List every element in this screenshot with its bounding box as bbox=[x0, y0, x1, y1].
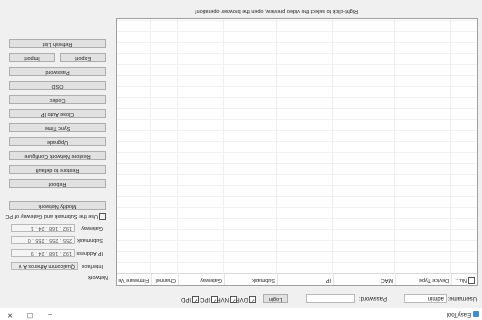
submask-label: Subnmask bbox=[77, 237, 103, 243]
table-grid-row-line bbox=[117, 53, 477, 54]
checkbox-icon bbox=[230, 296, 237, 303]
app-window: EasyTool – ☐ ✕ Username: admin Password:… bbox=[0, 0, 482, 320]
table-grid-row-line bbox=[117, 130, 477, 131]
column-header-device-type[interactable]: Device Type bbox=[395, 274, 451, 285]
table-grid-column-line bbox=[332, 19, 333, 274]
codec-button[interactable]: Codec bbox=[9, 95, 106, 104]
password-label: Password: bbox=[358, 295, 387, 301]
table-hint-text: Right-click to select the video preview,… bbox=[195, 8, 358, 14]
device-table[interactable]: Nu... Device Type MAC IP Submask Gateway… bbox=[116, 18, 478, 286]
side-panel: Network Interface Qualcomm Atheros A ∨ I… bbox=[4, 2, 110, 286]
select-all-checkbox[interactable] bbox=[468, 276, 475, 284]
username-label: Username: bbox=[447, 295, 477, 301]
restore-network-button[interactable]: Restore Network Configure bbox=[9, 151, 106, 160]
ip-address-label: IP Address bbox=[76, 250, 104, 256]
window-title: EasyTool bbox=[446, 311, 471, 317]
password-field[interactable] bbox=[306, 294, 355, 303]
username-field[interactable]: admin bbox=[404, 294, 447, 303]
modify-network-button[interactable]: Modify Network bbox=[9, 201, 106, 210]
column-header-submask[interactable]: Submask bbox=[224, 274, 277, 285]
table-grid-row-line bbox=[117, 196, 477, 197]
upgrade-button[interactable]: Upgrade bbox=[9, 137, 106, 146]
gateway-label: Gateway bbox=[81, 225, 103, 231]
import-button[interactable]: Import bbox=[9, 53, 55, 62]
column-header-channel[interactable]: Channel bbox=[151, 274, 178, 285]
app-icon bbox=[473, 311, 479, 317]
title-bar: EasyTool – ☐ ✕ bbox=[0, 308, 482, 320]
login-button[interactable]: Login bbox=[263, 294, 288, 303]
table-grid-row-line bbox=[117, 240, 477, 241]
table-grid-column-line bbox=[394, 19, 395, 274]
close-auto-ip-button[interactable]: Close Auto IP bbox=[9, 109, 106, 118]
interface-select[interactable]: Qualcomm Atheros A ∨ bbox=[11, 262, 78, 270]
submask-field[interactable]: 255 . 255 . 255 . 0 bbox=[11, 236, 75, 244]
sync-time-button[interactable]: Sync Time bbox=[9, 123, 106, 132]
table-grid-column-line bbox=[223, 19, 224, 274]
table-header: Nu... Device Type MAC IP Submask Gateway… bbox=[117, 273, 477, 285]
table-grid-row-line bbox=[117, 251, 477, 252]
table-grid-row-line bbox=[117, 97, 477, 98]
table-grid-row-line bbox=[117, 141, 477, 142]
filter-checkbox-dvr[interactable]: DVR bbox=[235, 295, 256, 303]
checkbox-icon bbox=[211, 296, 218, 303]
filter-checkbox-nvr[interactable]: NVR bbox=[216, 295, 237, 303]
table-grid-row-line bbox=[117, 262, 477, 263]
checkbox-icon bbox=[249, 296, 256, 303]
close-icon[interactable]: ✕ bbox=[0, 308, 20, 320]
interface-label: Interface bbox=[81, 263, 103, 269]
table-grid-row-line bbox=[117, 218, 477, 219]
table-grid-column-line bbox=[450, 19, 451, 274]
column-header-gateway[interactable]: Gateway bbox=[178, 274, 224, 285]
use-pc-submask-checkbox[interactable]: Use the Submask and Gateway of PC bbox=[5, 213, 106, 220]
table-grid-row-line bbox=[117, 42, 477, 43]
table-grid-row-line bbox=[117, 185, 477, 186]
filter-checkbox-ipc[interactable]: IPC bbox=[200, 295, 218, 303]
table-grid-row-line bbox=[117, 174, 477, 175]
password-button[interactable]: Password bbox=[9, 67, 106, 76]
table-grid-column-line bbox=[276, 19, 277, 274]
table-grid-row-line bbox=[117, 152, 477, 153]
table-grid-row-line bbox=[117, 31, 477, 32]
table-grid-row-line bbox=[117, 75, 477, 76]
table-grid-row-line bbox=[117, 163, 477, 164]
osd-button[interactable]: OSD bbox=[9, 81, 106, 90]
table-grid-row-line bbox=[117, 207, 477, 208]
table-grid-row-line bbox=[117, 64, 477, 65]
gateway-field[interactable]: 192 . 168 . 24 . 1 bbox=[11, 224, 75, 232]
filter-checkbox-ipd[interactable]: IPD bbox=[181, 295, 199, 303]
column-header-number[interactable]: Nu... bbox=[451, 274, 477, 285]
reboot-button[interactable]: Reboot bbox=[9, 179, 106, 188]
table-grid-column-line bbox=[150, 19, 151, 274]
table-grid-row-line bbox=[117, 20, 477, 21]
column-header-mac[interactable]: MAC bbox=[333, 274, 395, 285]
table-grid-row-line bbox=[117, 108, 477, 109]
ip-address-field[interactable]: 192 . 168 . 24 . 9 bbox=[11, 249, 75, 257]
minimize-icon[interactable]: – bbox=[40, 308, 60, 320]
restore-default-button[interactable]: Restore to default bbox=[9, 165, 106, 174]
table-grid-column-line bbox=[177, 19, 178, 274]
network-section-label: Network bbox=[87, 274, 108, 280]
column-header-firmware-version[interactable]: Firmware Ve bbox=[117, 274, 151, 285]
column-header-ip[interactable]: IP bbox=[277, 274, 333, 285]
checkbox-icon bbox=[99, 213, 106, 220]
export-button[interactable]: Export bbox=[60, 53, 106, 62]
refresh-list-button[interactable]: Refresh List bbox=[9, 39, 106, 48]
table-grid-row-line bbox=[117, 119, 477, 120]
table-grid-row-line bbox=[117, 229, 477, 230]
maximize-icon[interactable]: ☐ bbox=[20, 308, 40, 320]
table-grid-row-line bbox=[117, 86, 477, 87]
checkbox-icon bbox=[192, 296, 199, 303]
